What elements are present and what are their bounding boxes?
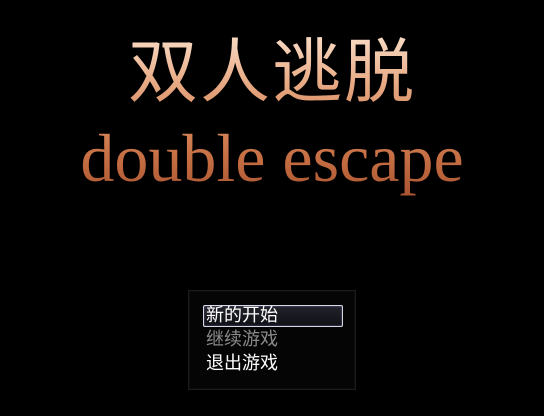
game-title-english: double escape xyxy=(0,118,544,198)
continue-button[interactable]: 继续游戏 xyxy=(203,329,343,351)
title-command-window: 新的开始 继续游戏 退出游戏 xyxy=(188,290,356,390)
title-screen: 双人逃脱 double escape 新的开始 继续游戏 退出游戏 xyxy=(0,0,544,416)
game-title-chinese: 双人逃脱 xyxy=(0,30,544,114)
exit-game-button[interactable]: 退出游戏 xyxy=(203,353,343,375)
new-game-button[interactable]: 新的开始 xyxy=(203,305,343,327)
